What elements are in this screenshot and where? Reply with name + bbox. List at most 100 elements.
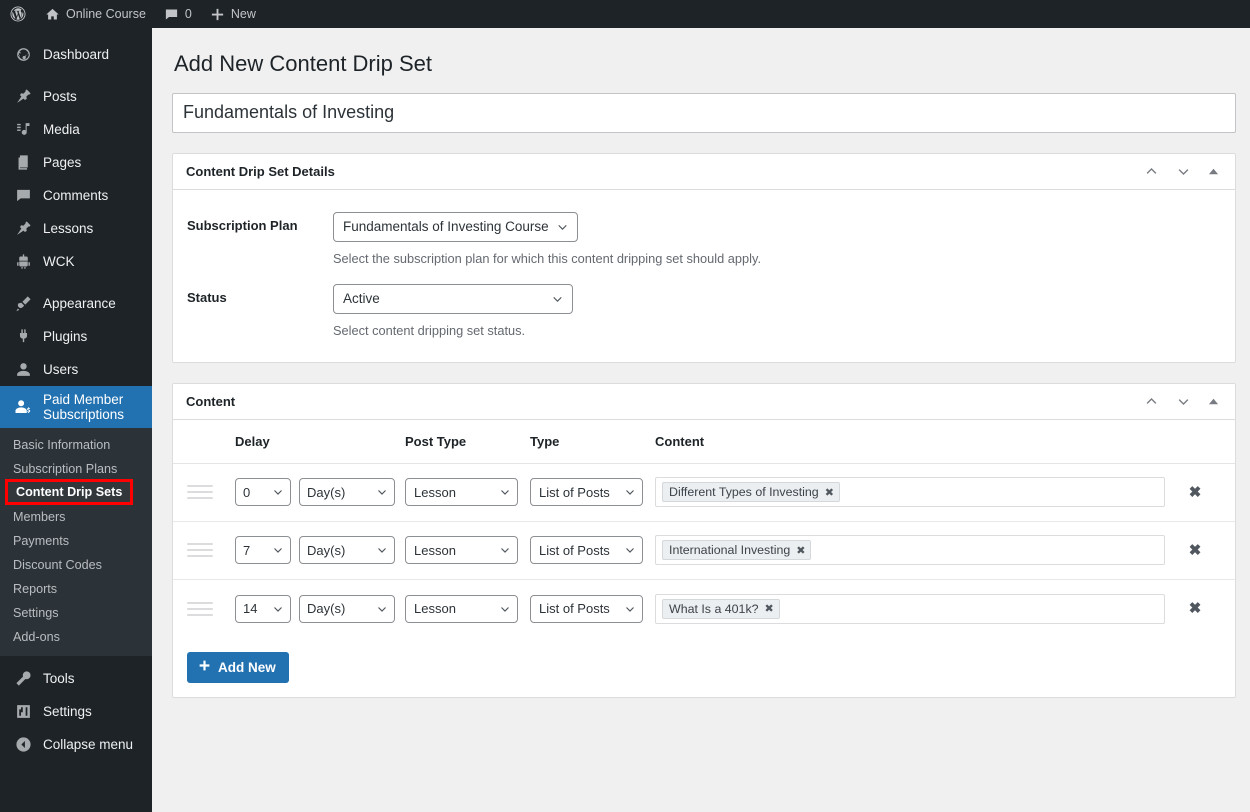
sidebar-item-media[interactable]: Media xyxy=(0,113,152,146)
sidebar-item-appearance[interactable]: Appearance xyxy=(0,287,152,320)
delay-value-select[interactable]: 14 xyxy=(235,594,291,623)
type-select[interactable]: List of Posts xyxy=(530,536,643,565)
type-value: List of Posts xyxy=(539,601,610,617)
row-post-type-cell: Lesson xyxy=(405,478,530,507)
content-tag-input[interactable]: Different Types of Investing ✖ xyxy=(655,477,1165,508)
close-x-icon[interactable]: ✖ xyxy=(825,486,834,499)
content-panel-title: Content xyxy=(186,393,236,409)
chevron-down-icon xyxy=(556,220,569,233)
remove-row-button[interactable]: ✖ xyxy=(1187,542,1203,558)
chevron-up-icon[interactable] xyxy=(1144,164,1159,179)
post-type-value: Lesson xyxy=(414,601,456,617)
row-type-cell: List of Posts xyxy=(530,478,655,507)
drag-handle-icon[interactable] xyxy=(187,485,213,500)
content-tag-input[interactable]: What Is a 401k? ✖ xyxy=(655,593,1165,624)
subscription-plan-select[interactable]: Fundamentals of Investing Course xyxy=(333,211,578,242)
column-header-content: Content xyxy=(655,433,705,449)
sidebar-subitem-reports[interactable]: Reports xyxy=(0,577,152,601)
type-select[interactable]: List of Posts xyxy=(530,478,643,507)
row-drag-cell xyxy=(187,543,235,558)
chevron-down-icon xyxy=(272,544,284,556)
add-new-label: Add New xyxy=(218,659,276,675)
sidebar-item-plugins[interactable]: Plugins xyxy=(0,320,152,353)
post-type-select[interactable]: Lesson xyxy=(405,478,518,507)
wordpress-logo-button[interactable] xyxy=(0,0,36,28)
triangle-up-icon[interactable] xyxy=(1208,166,1219,177)
sidebar-subitem-add-ons[interactable]: Add-ons xyxy=(0,625,152,649)
pages-icon xyxy=(13,154,33,171)
post-type-select[interactable]: Lesson xyxy=(405,594,518,623)
sidebar-item-pages[interactable]: Pages xyxy=(0,146,152,179)
status-description: Select content dripping set status. xyxy=(333,322,526,338)
sidebar-subitem-discount-codes[interactable]: Discount Codes xyxy=(0,553,152,577)
sidebar-collapse-menu-button[interactable]: Collapse menu xyxy=(0,728,152,761)
drip-set-title-input[interactable] xyxy=(172,92,1236,133)
delay-unit-select[interactable]: Day(s) xyxy=(299,594,395,623)
type-select[interactable]: List of Posts xyxy=(530,594,643,623)
sidebar-item-label: Settings xyxy=(43,704,92,719)
sidebar-item-posts[interactable]: Posts xyxy=(0,80,152,113)
sidebar-item-tools[interactable]: Tools xyxy=(0,662,152,695)
drag-handle-icon[interactable] xyxy=(187,543,213,558)
content-tag-input[interactable]: International Investing ✖ xyxy=(655,535,1165,566)
sidebar-subitem-content-drip-sets[interactable]: Content Drip Sets xyxy=(4,479,134,505)
remove-row-button[interactable]: ✖ xyxy=(1187,601,1203,617)
sidebar-item-dashboard[interactable]: Dashboard xyxy=(0,38,152,71)
row-post-type-cell: Lesson xyxy=(405,536,530,565)
dashboard-icon xyxy=(13,46,33,63)
delay-unit-select[interactable]: Day(s) xyxy=(299,536,395,565)
drag-handle-icon[interactable] xyxy=(187,601,213,616)
sidebar-item-wck[interactable]: WCK xyxy=(0,245,152,278)
delay-unit-select[interactable]: Day(s) xyxy=(299,478,395,507)
sidebar-subitem-basic-information[interactable]: Basic Information xyxy=(0,433,152,457)
new-content-button[interactable]: New xyxy=(201,0,265,28)
chevron-down-icon[interactable] xyxy=(1176,394,1191,409)
chevron-down-icon xyxy=(624,544,636,556)
sidebar-subitem-members[interactable]: Members xyxy=(0,505,152,529)
delay-unit-value: Day(s) xyxy=(307,601,346,617)
row-type-cell: List of Posts xyxy=(530,594,655,623)
chevron-down-icon xyxy=(272,486,284,498)
close-x-icon[interactable]: ✖ xyxy=(765,602,774,615)
chevron-down-icon[interactable] xyxy=(1176,164,1191,179)
content-tag-label: What Is a 401k? xyxy=(669,601,759,616)
sidebar-item-paid-member-subscriptions[interactable]: Paid Member Subscriptions xyxy=(0,386,152,428)
sidebar-item-comments[interactable]: Comments xyxy=(0,179,152,212)
comments-count: 0 xyxy=(184,7,192,21)
chevron-down-icon xyxy=(272,603,284,615)
chevron-down-icon xyxy=(499,486,511,498)
sidebar-item-label: Tools xyxy=(43,671,75,686)
pin-icon xyxy=(13,220,33,237)
post-type-select[interactable]: Lesson xyxy=(405,536,518,565)
row-type-cell: List of Posts xyxy=(530,536,655,565)
sidebar-subitem-subscription-plans[interactable]: Subscription Plans xyxy=(0,457,152,481)
sidebar-subitem-settings[interactable]: Settings xyxy=(0,601,152,625)
sidebar-subitem-payments[interactable]: Payments xyxy=(0,529,152,553)
comments-button[interactable]: 0 xyxy=(155,0,201,28)
content-table-header: Delay Post Type Type Content xyxy=(173,420,1235,464)
add-new-button[interactable]: Add New xyxy=(187,651,289,683)
subscription-plan-field-row: Subscription Plan Fundamentals of Invest… xyxy=(173,211,1235,284)
content-tag-label: International Investing xyxy=(669,543,791,558)
sidebar-item-label: Dashboard xyxy=(43,47,110,62)
sidebar-item-users[interactable]: Users xyxy=(0,353,152,386)
column-header-type: Type xyxy=(530,433,560,449)
sidebar-item-lessons[interactable]: Lessons xyxy=(0,212,152,245)
subscription-plan-control: Fundamentals of Investing Course Select … xyxy=(333,211,1235,284)
content-tag: Different Types of Investing ✖ xyxy=(662,482,840,503)
delay-value-select[interactable]: 7 xyxy=(235,536,291,565)
close-x-icon[interactable]: ✖ xyxy=(796,544,805,557)
triangle-up-icon[interactable] xyxy=(1208,396,1219,407)
site-name-button[interactable]: Online Course xyxy=(36,0,155,28)
sidebar-item-label: Plugins xyxy=(43,329,88,344)
status-select[interactable]: Active xyxy=(333,283,573,314)
sidebar-item-settings[interactable]: Settings xyxy=(0,695,152,728)
delay-value-select[interactable]: 0 xyxy=(235,478,291,507)
sidebar-divider xyxy=(0,71,152,80)
type-value: List of Posts xyxy=(539,542,610,558)
row-content-cell: International Investing ✖ xyxy=(655,535,1165,566)
pin-icon xyxy=(13,88,33,105)
wck-robot-icon xyxy=(13,253,33,270)
chevron-up-icon[interactable] xyxy=(1144,394,1159,409)
remove-row-button[interactable]: ✖ xyxy=(1187,484,1203,500)
